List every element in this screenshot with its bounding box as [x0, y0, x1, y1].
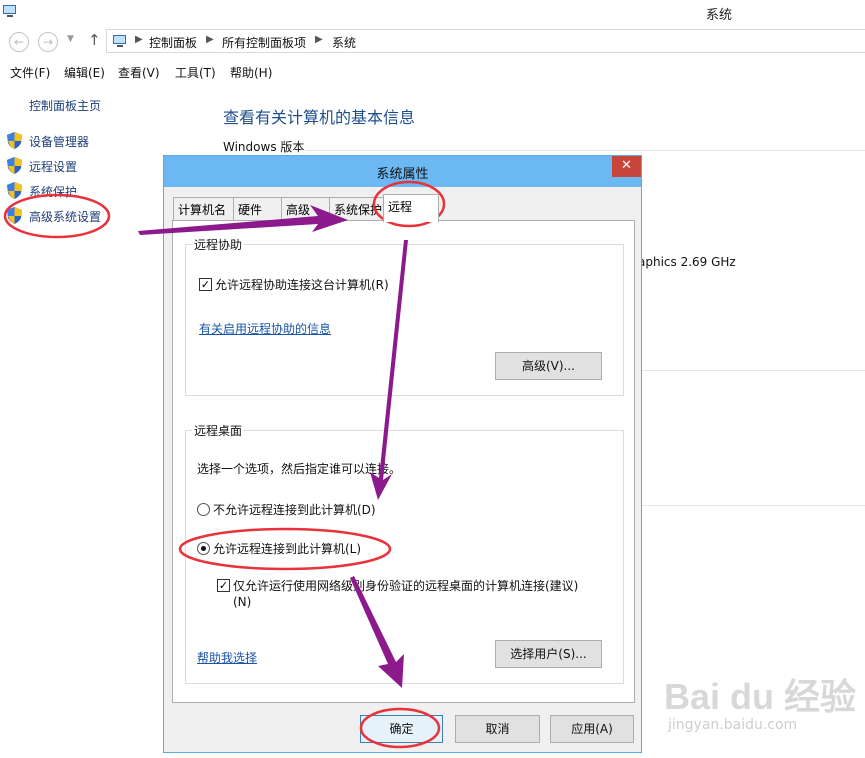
arrow-to-allow-option: [370, 240, 408, 500]
arrow-to-remote-tab: [138, 205, 348, 235]
highlight-allow-remote: [178, 527, 392, 571]
arrow-to-ok-button: [350, 576, 404, 688]
highlight-ok-button: [359, 707, 441, 749]
highlight-advanced-settings: [3, 193, 111, 239]
watermark-url: jingyan.baidu.com: [668, 717, 798, 733]
annotation-overlay: [3, 180, 446, 749]
tab-remote[interactable]: 远程: [383, 194, 439, 222]
baidu-watermark: Bai du 经验: [664, 676, 857, 717]
